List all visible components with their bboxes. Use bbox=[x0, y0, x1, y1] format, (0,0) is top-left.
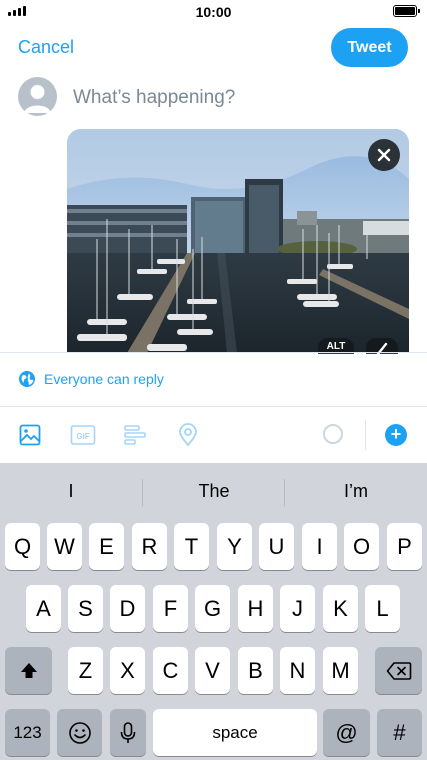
character-count-ring bbox=[323, 424, 343, 444]
key-q[interactable]: Q bbox=[5, 523, 40, 570]
key-s[interactable]: S bbox=[68, 585, 103, 632]
key-b[interactable]: B bbox=[238, 647, 273, 694]
attached-photo[interactable] bbox=[67, 129, 409, 353]
gif-label: GIF bbox=[76, 432, 89, 441]
key-m[interactable]: M bbox=[323, 647, 358, 694]
key-e[interactable]: E bbox=[89, 523, 124, 570]
suggestion-1[interactable]: I bbox=[0, 481, 142, 502]
key-l[interactable]: L bbox=[365, 585, 400, 632]
key-j[interactable]: J bbox=[280, 585, 315, 632]
key-u[interactable]: U bbox=[259, 523, 294, 570]
divider bbox=[0, 352, 427, 353]
image-icon bbox=[19, 424, 41, 446]
key-a[interactable]: A bbox=[26, 585, 61, 632]
at-key[interactable]: @ bbox=[323, 709, 370, 756]
key-v[interactable]: V bbox=[195, 647, 230, 694]
key-o[interactable]: O bbox=[344, 523, 379, 570]
tweet-text-input[interactable]: What’s happening? bbox=[73, 87, 235, 109]
microphone-icon bbox=[120, 721, 136, 743]
remove-media-button[interactable] bbox=[368, 139, 400, 171]
emoji-icon bbox=[68, 721, 91, 744]
key-n[interactable]: N bbox=[280, 647, 315, 694]
toolbar-divider bbox=[365, 420, 366, 450]
key-w[interactable]: W bbox=[47, 523, 82, 570]
key-z[interactable]: Z bbox=[68, 647, 103, 694]
key-k[interactable]: K bbox=[323, 585, 358, 632]
hash-key[interactable]: # bbox=[377, 709, 422, 756]
suggestion-2[interactable]: The bbox=[143, 481, 285, 502]
suggestion-3[interactable]: I’m bbox=[285, 481, 427, 502]
key-t[interactable]: T bbox=[174, 523, 209, 570]
key-d[interactable]: D bbox=[110, 585, 145, 632]
space-key[interactable]: space bbox=[153, 709, 317, 756]
location-button[interactable] bbox=[175, 422, 201, 448]
gif-button[interactable]: GIF bbox=[70, 422, 96, 448]
reply-setting-button[interactable]: Everyone can reply bbox=[18, 370, 164, 388]
emoji-key[interactable] bbox=[57, 709, 102, 756]
status-time: 10:00 bbox=[195, 4, 232, 20]
numbers-key[interactable]: 123 bbox=[5, 709, 50, 756]
battery-icon bbox=[393, 5, 420, 17]
key-p[interactable]: P bbox=[387, 523, 422, 570]
shift-key[interactable] bbox=[5, 647, 52, 694]
key-f[interactable]: F bbox=[153, 585, 188, 632]
location-icon bbox=[179, 423, 197, 447]
key-y[interactable]: Y bbox=[217, 523, 252, 570]
backspace-icon bbox=[386, 661, 411, 680]
image-button[interactable] bbox=[17, 422, 43, 448]
key-r[interactable]: R bbox=[132, 523, 167, 570]
key-i[interactable]: I bbox=[302, 523, 337, 570]
gif-icon: GIF bbox=[70, 425, 96, 445]
key-x[interactable]: X bbox=[110, 647, 145, 694]
keyboard: I The I’m Q W E R T Y U I O P A S D F G … bbox=[0, 463, 427, 760]
key-h[interactable]: H bbox=[238, 585, 273, 632]
status-bar: 10:00 bbox=[0, 0, 427, 24]
globe-icon bbox=[19, 371, 35, 387]
delete-key[interactable] bbox=[375, 647, 422, 694]
poll-button[interactable] bbox=[122, 422, 148, 448]
avatar[interactable] bbox=[18, 77, 57, 116]
suggestion-bar: I The I’m bbox=[0, 463, 427, 519]
poll-icon bbox=[124, 425, 146, 445]
key-c[interactable]: C bbox=[153, 647, 188, 694]
divider bbox=[0, 406, 427, 407]
reply-setting-label: Everyone can reply bbox=[44, 371, 164, 387]
tweet-button[interactable]: Tweet bbox=[331, 28, 408, 67]
key-g[interactable]: G bbox=[195, 585, 230, 632]
dictation-key[interactable] bbox=[110, 709, 146, 756]
add-tweet-button[interactable]: + bbox=[385, 424, 407, 446]
close-icon bbox=[377, 148, 391, 162]
cancel-button[interactable]: Cancel bbox=[18, 37, 74, 58]
shift-icon bbox=[20, 662, 37, 678]
